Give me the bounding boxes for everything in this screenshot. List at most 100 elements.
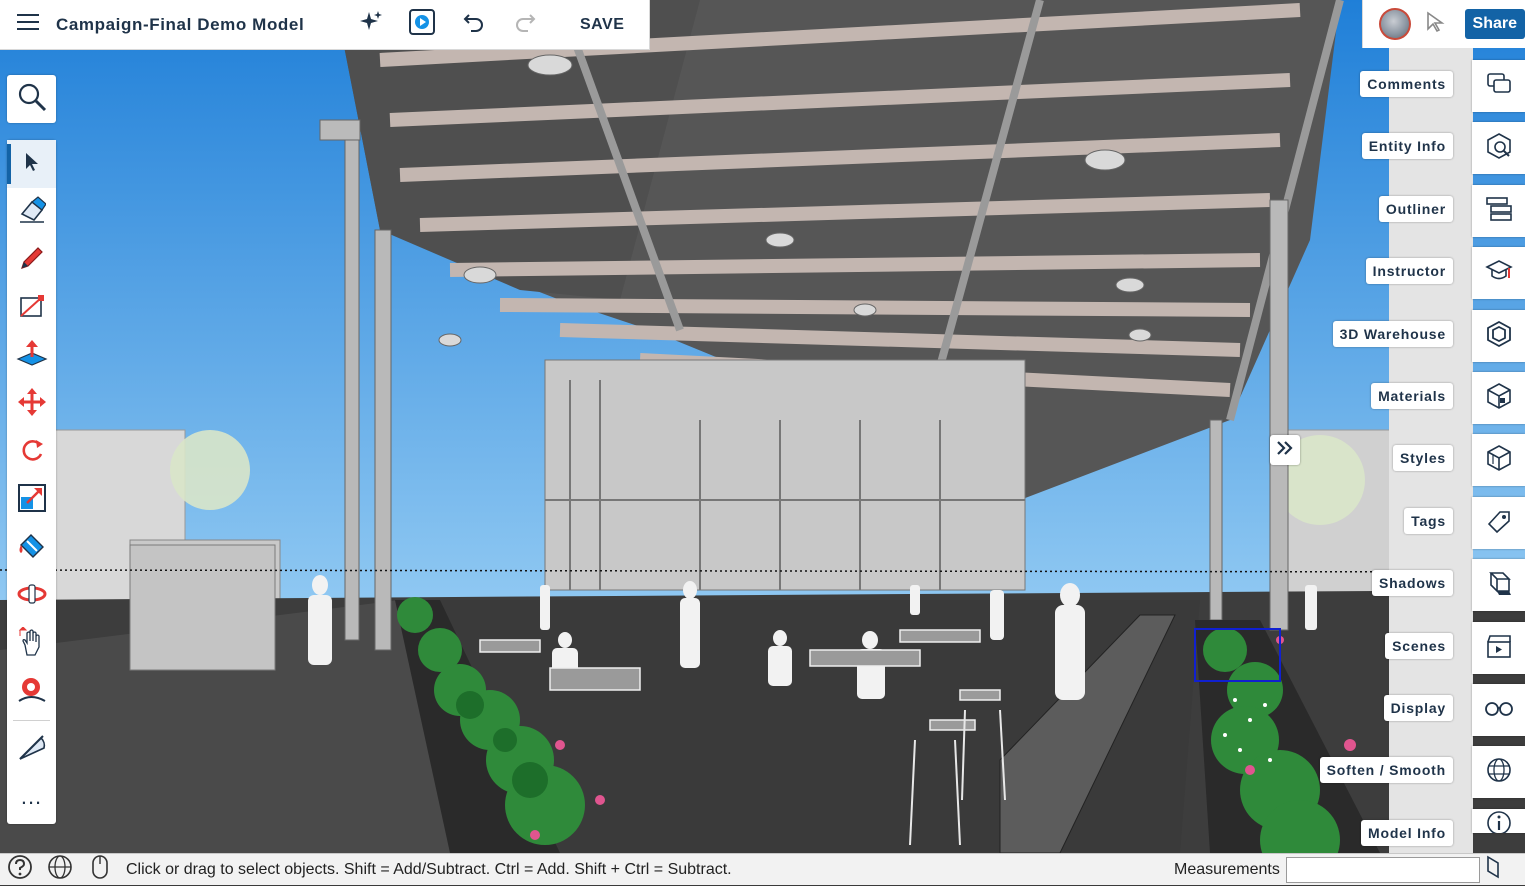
model-viewport[interactable]	[0, 0, 1525, 853]
panel-label-instructor[interactable]: Instructor	[1365, 258, 1453, 284]
panel-button-comments[interactable]	[1472, 60, 1525, 112]
paint-bucket-tool[interactable]	[7, 524, 56, 572]
mouse-icon	[91, 854, 109, 885]
panel-label-comments[interactable]: Comments	[1360, 71, 1453, 97]
panel-label-3d-warehouse[interactable]: 3D Warehouse	[1332, 321, 1453, 347]
orbit-tool[interactable]	[7, 572, 56, 620]
scale-icon	[17, 483, 47, 518]
move-arrows-icon	[17, 387, 47, 422]
panel-tab-soften-smooth[interactable]: Soften / Smooth	[1319, 757, 1453, 783]
panel-tab-shadows[interactable]: Shadows	[1371, 570, 1453, 596]
panel-label-styles[interactable]: Styles	[1392, 445, 1453, 471]
shadow-box-icon	[1485, 569, 1513, 602]
panel-tab-3d-warehouse[interactable]: 3D Warehouse	[1332, 321, 1453, 347]
ai-sparkle-button[interactable]	[346, 0, 396, 50]
present-button[interactable]	[396, 0, 448, 50]
panel-tab-model-info[interactable]: Model Info	[1361, 820, 1453, 846]
panel-tab-materials[interactable]: Materials	[1371, 383, 1453, 409]
hamburger-menu-button[interactable]	[0, 0, 56, 50]
panel-button-scenes[interactable]	[1472, 622, 1525, 674]
paint-bucket-icon	[17, 531, 47, 566]
panel-tab-comments[interactable]: Comments	[1360, 71, 1453, 97]
language-button[interactable]	[40, 854, 80, 886]
select-tool[interactable]	[7, 140, 56, 188]
panel-button-3d-warehouse[interactable]	[1472, 310, 1525, 362]
search-button[interactable]	[7, 75, 56, 123]
logo-icon	[1486, 855, 1500, 884]
cursor-share-icon[interactable]	[1425, 10, 1447, 38]
mouse-settings-button[interactable]	[80, 854, 120, 886]
comments-icon	[1486, 72, 1512, 101]
info-icon	[1485, 809, 1513, 833]
panel-label-model-info[interactable]: Model Info	[1361, 820, 1453, 846]
search-tool-panel	[7, 75, 56, 123]
share-button[interactable]: Share	[1464, 9, 1525, 39]
more-icon: ...	[20, 784, 43, 809]
toolbar-divider	[13, 720, 50, 721]
panel-label-shadows[interactable]: Shadows	[1371, 570, 1453, 596]
hamburger-icon	[17, 14, 39, 35]
help-button[interactable]	[0, 854, 40, 886]
panel-tab-styles[interactable]: Styles	[1392, 445, 1453, 471]
panel-label-materials[interactable]: Materials	[1371, 383, 1453, 409]
collapse-panels-button[interactable]	[1270, 435, 1300, 465]
panel-label-scenes[interactable]: Scenes	[1385, 633, 1453, 659]
panel-button-instructor[interactable]	[1472, 247, 1525, 299]
rectangle-tool[interactable]	[7, 284, 56, 332]
panel-button-outliner[interactable]	[1472, 185, 1525, 237]
entity-info-icon	[1485, 132, 1513, 165]
panel-tab-instructor[interactable]: Instructor	[1365, 258, 1453, 284]
protractor-icon	[17, 732, 47, 767]
double-chevron-right-icon	[1276, 440, 1294, 461]
status-bar: Click or drag to select objects. Shift =…	[0, 853, 1525, 885]
panel-tab-outliner[interactable]: Outliner	[1378, 196, 1453, 222]
panel-tab-entity-info[interactable]: Entity Info	[1361, 133, 1453, 159]
rotate-tool[interactable]	[7, 428, 56, 476]
panel-button-tags[interactable]	[1472, 497, 1525, 549]
globe-icon	[47, 854, 73, 885]
tool-palette: ...	[7, 140, 56, 824]
panel-button-styles[interactable]	[1472, 434, 1525, 486]
measurements-label: Measurements	[1174, 860, 1280, 878]
sparkle-icon	[359, 10, 383, 39]
panel-button-shadows[interactable]	[1472, 559, 1525, 611]
panel-button-materials[interactable]	[1472, 372, 1525, 424]
graduation-cap-icon	[1484, 258, 1513, 289]
pencil-tool[interactable]	[7, 236, 56, 284]
measurements-input[interactable]	[1285, 856, 1480, 883]
clapperboard-icon	[1485, 632, 1513, 665]
panel-tab-scenes[interactable]: Scenes	[1385, 633, 1453, 659]
panel-label-soften-smooth[interactable]: Soften / Smooth	[1319, 757, 1453, 783]
redo-button[interactable]	[500, 0, 550, 50]
title-bar: Campaign-Final Demo Model SAVE	[0, 0, 650, 50]
scale-tool[interactable]	[7, 476, 56, 524]
panel-button-soften-smooth[interactable]	[1472, 746, 1525, 798]
undo-button[interactable]	[448, 0, 500, 50]
globe-mesh-icon	[1485, 756, 1513, 789]
panel-button-entity-info[interactable]	[1472, 122, 1525, 174]
push-pull-tool[interactable]	[7, 332, 56, 380]
hand-icon	[17, 625, 47, 662]
pencil-icon	[18, 244, 46, 277]
status-hint: Click or drag to select objects. Shift =…	[126, 860, 732, 878]
panel-label-display[interactable]: Display	[1383, 695, 1453, 721]
position-camera-tool[interactable]	[7, 668, 56, 716]
eraser-tool[interactable]	[7, 188, 56, 236]
panel-tab-display[interactable]: Display	[1383, 695, 1453, 721]
panel-label-outliner[interactable]: Outliner	[1378, 196, 1453, 222]
panel-label-tags[interactable]: Tags	[1404, 508, 1453, 534]
avatar[interactable]	[1379, 8, 1411, 40]
more-tools-button[interactable]: ...	[7, 773, 56, 821]
panel-label-entity-info[interactable]: Entity Info	[1361, 133, 1453, 159]
move-tool[interactable]	[7, 380, 56, 428]
save-button[interactable]: SAVE	[580, 16, 624, 34]
push-pull-icon	[15, 339, 48, 374]
panel-tab-tags[interactable]: Tags	[1404, 508, 1453, 534]
outliner-icon	[1485, 195, 1513, 228]
rectangle-icon	[18, 292, 46, 325]
pan-tool[interactable]	[7, 620, 56, 668]
panel-button-display[interactable]	[1472, 684, 1525, 736]
model-title: Campaign-Final Demo Model	[56, 14, 305, 34]
tape-measure-tool[interactable]	[7, 725, 56, 773]
panel-button-model-info[interactable]	[1472, 809, 1525, 833]
